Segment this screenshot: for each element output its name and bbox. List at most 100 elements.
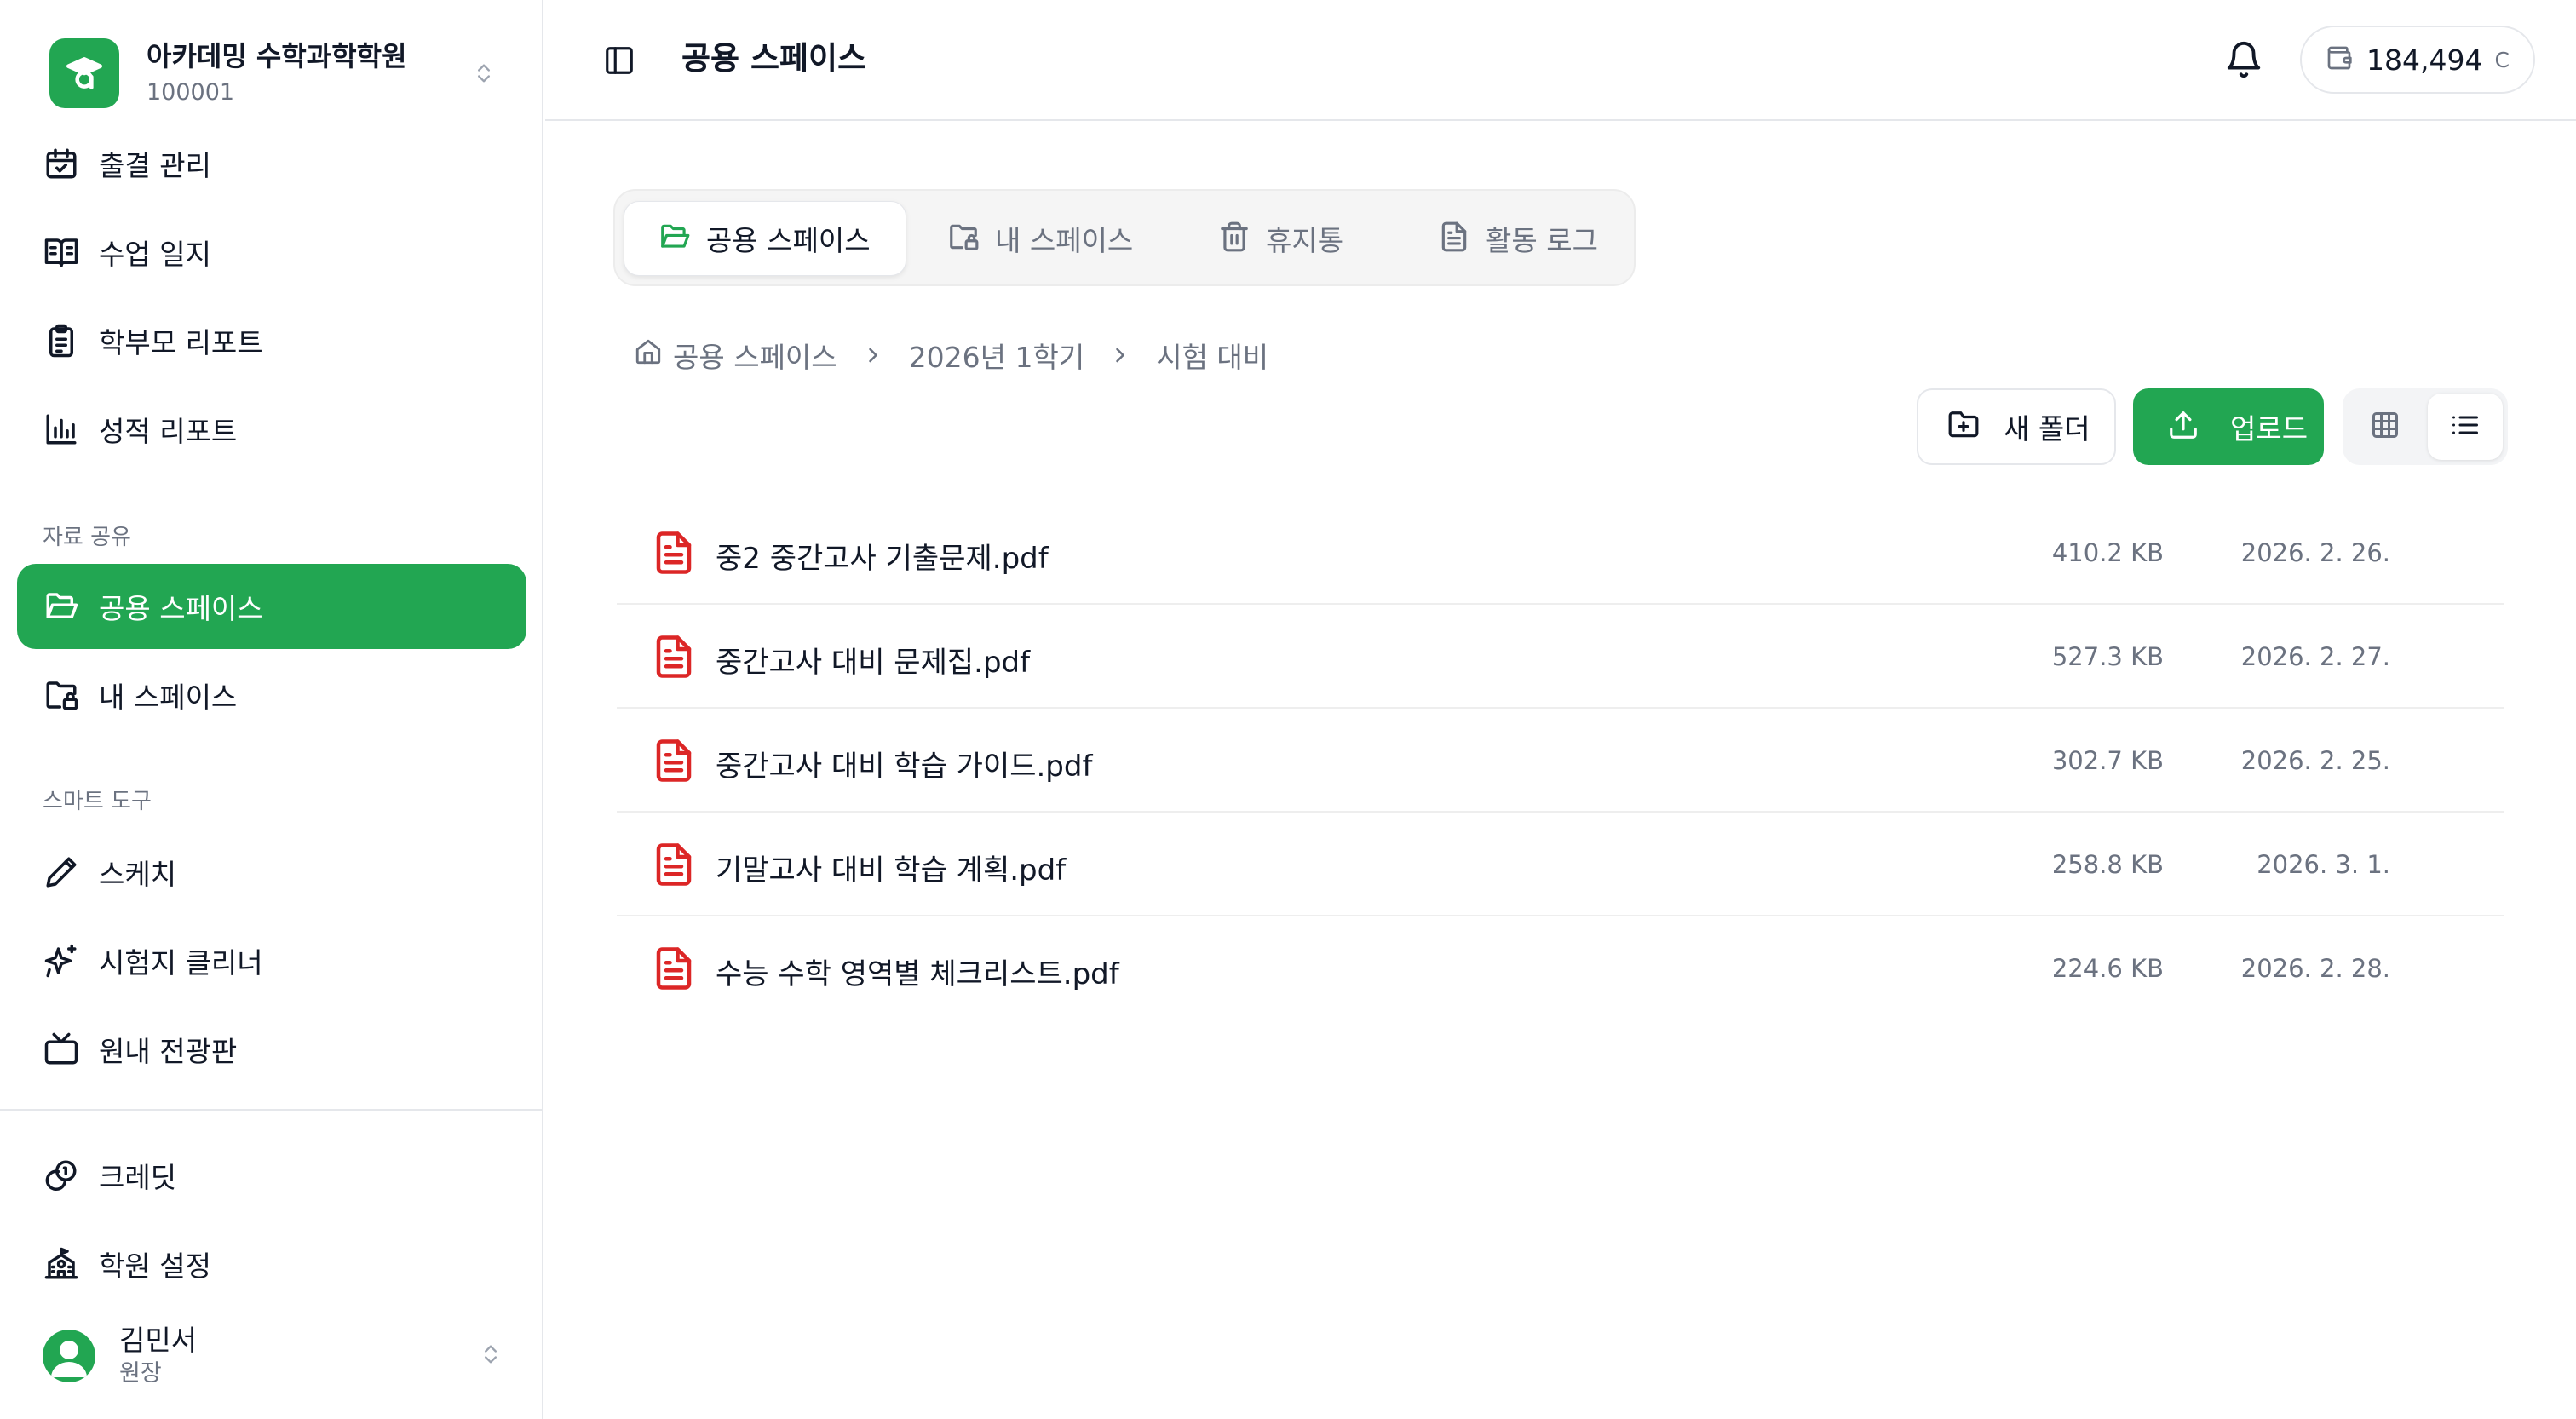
chevrons-up-down-icon[interactable] — [479, 1342, 503, 1370]
page-title: 공용 스페이스 — [681, 40, 867, 77]
grid-icon — [2370, 410, 2401, 444]
view-mode-toggle — [2343, 388, 2508, 465]
org-logo — [49, 38, 119, 108]
folder-plus-icon — [1947, 409, 1980, 445]
grid-view-button[interactable] — [2348, 394, 2423, 460]
file-row[interactable]: 수능 수학 영역별 체크리스트.pdf 224.6 KB 2026. 2. 28… — [617, 916, 2504, 1020]
chevron-right-icon — [1108, 343, 1132, 367]
upload-button[interactable]: 업로드 — [2133, 388, 2324, 465]
tab-label: 공용 스페이스 — [706, 224, 871, 257]
tab-shared-space[interactable]: 공용 스페이스 — [624, 201, 906, 276]
sidebar-item-parent-report[interactable]: 학부모 리포트 — [17, 298, 526, 383]
sidebar-item-shared-space[interactable]: 공용 스페이스 — [17, 564, 526, 649]
breadcrumb-item-root[interactable]: 공용 스페이스 — [634, 335, 837, 376]
file-pdf-icon — [651, 634, 697, 680]
sidebar-item-academy-settings[interactable]: 학원 설정 — [17, 1221, 526, 1307]
bell-icon[interactable] — [2220, 36, 2268, 83]
sidebar-item-credit[interactable]: 크레딧 — [17, 1133, 526, 1218]
section-label-tools: 스마트 도구 — [43, 789, 152, 814]
home-icon — [634, 337, 663, 373]
breadcrumb-label: 2026년 1학기 — [908, 341, 1085, 374]
main-content: 공용 스페이스 184,494 C 공용 스페이스 내 스페이스 휴지통 활동 … — [545, 0, 2576, 1419]
tv-icon — [43, 1031, 80, 1068]
sidebar-item-my-space[interactable]: 내 스페이스 — [17, 652, 526, 738]
sidebar-item-label: 내 스페이스 — [99, 681, 238, 714]
user-menu[interactable]: 김민서 원장 — [43, 1318, 503, 1393]
file-name: 기말고사 대비 학습 계획.pdf — [716, 853, 1067, 888]
file-name: 중간고사 대비 학습 가이드.pdf — [716, 750, 1093, 784]
folder-open-icon — [43, 588, 80, 625]
sidebar-item-class-log[interactable]: 수업 일지 — [17, 210, 526, 295]
tab-label: 활동 로그 — [1486, 224, 1598, 257]
clipboard-icon — [43, 322, 80, 359]
file-row[interactable]: 중간고사 대비 문제집.pdf 527.3 KB 2026. 2. 27. — [617, 605, 2504, 709]
file-name: 중간고사 대비 문제집.pdf — [716, 646, 1031, 680]
list-view-button[interactable] — [2428, 394, 2503, 460]
section-label-share: 자료 공유 — [43, 525, 131, 550]
file-list: 중2 중간고사 기출문제.pdf 410.2 KB 2026. 2. 26. 중… — [617, 501, 2504, 1020]
tab-trash[interactable]: 휴지통 — [1184, 201, 1397, 276]
breadcrumb-label: 공용 스페이스 — [673, 341, 837, 374]
sidebar-item-label: 원내 전광판 — [99, 1035, 238, 1068]
file-row[interactable]: 중간고사 대비 학습 가이드.pdf 302.7 KB 2026. 2. 25. — [617, 709, 2504, 813]
new-folder-button[interactable]: 새 폴더 — [1917, 388, 2116, 465]
file-pdf-icon — [651, 945, 697, 991]
book-open-icon — [43, 233, 80, 271]
upload-label: 업로드 — [2230, 412, 2309, 445]
org-name: 아카데밍 수학과학학원 — [147, 40, 407, 72]
tab-activity-log[interactable]: 활동 로그 — [1404, 201, 1625, 276]
pencil-icon — [43, 853, 80, 891]
sidebar-item-label: 출결 관리 — [99, 149, 211, 182]
chevron-right-icon — [861, 343, 885, 367]
sidebar-toggle-icon[interactable] — [598, 39, 641, 82]
file-row[interactable]: 중2 중간고사 기출문제.pdf 410.2 KB 2026. 2. 26. — [617, 501, 2504, 605]
file-size: 258.8 KB — [2051, 850, 2164, 879]
file-pdf-icon — [651, 530, 697, 576]
sidebar-item-label: 학원 설정 — [99, 1250, 211, 1283]
sidebar-item-label: 성적 리포트 — [99, 415, 238, 448]
file-date: 2026. 2. 26. — [2240, 538, 2390, 567]
file-size: 527.3 KB — [2051, 642, 2164, 671]
sidebar-item-label: 수업 일지 — [99, 238, 211, 271]
file-row[interactable]: 기말고사 대비 학습 계획.pdf 258.8 KB 2026. 3. 1. — [617, 813, 2504, 916]
avatar — [43, 1330, 95, 1382]
new-folder-label: 새 폴더 — [2004, 412, 2090, 445]
file-name: 수능 수학 영역별 체크리스트.pdf — [716, 957, 1119, 991]
file-size: 302.7 KB — [2051, 746, 2164, 775]
school-icon — [43, 1245, 80, 1283]
sidebar-item-label: 스케치 — [99, 858, 177, 891]
sidebar-item-board[interactable]: 원내 전광판 — [17, 1007, 526, 1092]
breadcrumb: 공용 스페이스 2026년 1학기 시험 대비 — [634, 334, 1268, 376]
file-pdf-icon — [651, 738, 697, 784]
breadcrumb-label: 시험 대비 — [1156, 341, 1269, 374]
tab-label: 내 스페이스 — [995, 224, 1134, 257]
file-date: 2026. 3. 1. — [2257, 850, 2390, 879]
file-name: 중2 중간고사 기출문제.pdf — [716, 542, 1049, 576]
file-text-icon — [1438, 221, 1470, 256]
folder-lock-icon — [947, 221, 980, 256]
upload-icon — [2167, 409, 2199, 445]
list-icon — [2450, 410, 2481, 444]
chevrons-up-down-icon[interactable] — [467, 56, 501, 90]
credit-balance[interactable]: 184,494 C — [2300, 26, 2535, 94]
folder-open-icon — [658, 221, 691, 256]
file-size: 224.6 KB — [2051, 954, 2164, 983]
credit-unit: C — [2494, 47, 2510, 72]
coins-icon — [43, 1157, 80, 1194]
breadcrumb-item-semester[interactable]: 2026년 1학기 — [909, 335, 1085, 376]
sidebar: 아카데밍 수학과학학원 100001 출결 관리 수업 일지 학부모 리포트 성… — [0, 0, 543, 1419]
wallet-icon — [2326, 44, 2353, 75]
tab-my-space[interactable]: 내 스페이스 — [913, 201, 1177, 276]
sidebar-divider — [0, 1109, 542, 1111]
sidebar-item-grade-report[interactable]: 성적 리포트 — [17, 387, 526, 472]
space-tabs: 공용 스페이스 내 스페이스 휴지통 활동 로그 — [613, 189, 1636, 286]
breadcrumb-item-current[interactable]: 시험 대비 — [1156, 335, 1268, 376]
sidebar-item-attendance[interactable]: 출결 관리 — [17, 121, 526, 206]
bar-chart-icon — [43, 411, 80, 448]
sidebar-item-sketch[interactable]: 스케치 — [17, 830, 526, 915]
file-date: 2026. 2. 25. — [2240, 746, 2390, 775]
sidebar-item-label: 크레딧 — [99, 1161, 177, 1194]
sidebar-item-exam-cleaner[interactable]: 시험지 클리너 — [17, 918, 526, 1003]
file-date: 2026. 2. 27. — [2240, 642, 2390, 671]
org-switcher[interactable]: 아카데밍 수학과학학원 100001 — [49, 37, 508, 109]
